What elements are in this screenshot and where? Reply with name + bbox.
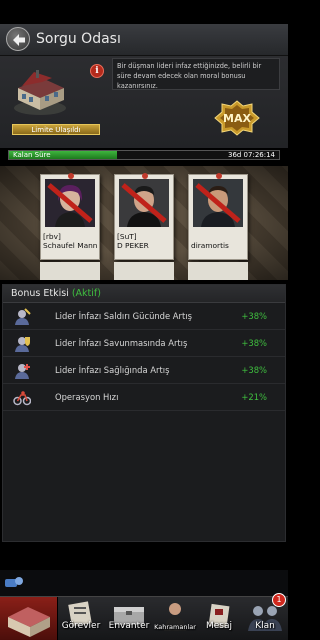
bonus-effect-header: Bonus Etkisi (Aktif) (3, 285, 285, 303)
operation-speed-icon (13, 391, 31, 406)
remaining-time-label: Kalan Süre (13, 151, 51, 159)
nav-inventory-label: Envanter (108, 621, 150, 631)
status-bar (0, 0, 288, 24)
nav-heroes-label: Kahramanlar (154, 623, 196, 631)
nav-clan-label: Klan (255, 621, 275, 631)
bonus-row: Operasyon Hızı +21% (3, 384, 285, 411)
captive-name: diramortis (191, 241, 229, 250)
nav-messages-label: Mesaj (205, 621, 232, 631)
max-level-badge: MAX (214, 100, 260, 136)
captive-card-empty[interactable] (188, 262, 248, 280)
back-button[interactable] (6, 27, 30, 51)
bonus-effect-title: Bonus Etkisi (11, 288, 69, 299)
nav-home-base[interactable] (0, 597, 58, 640)
captive-name: D PEKER (117, 241, 149, 250)
bonus-row: Lider İnfazı Savunmasında Artış +38% (3, 330, 285, 357)
captive-portrait (119, 179, 169, 227)
bonus-row: Lider İnfazı Sağlığında Artış +38% (3, 357, 285, 384)
nav-inventory[interactable]: Envanter (104, 597, 154, 640)
nav-missions[interactable]: Görevler (58, 597, 104, 640)
bonus-value: +21% (241, 392, 267, 402)
bonus-row: Lider İnfazı Saldırı Gücünde Artış +38% (3, 303, 285, 330)
leader-health-icon (15, 364, 30, 379)
captive-board: [rbv] Schaufel Mann [SuT] D PEKER diramo… (0, 166, 288, 280)
bonus-effect-status: (Aktif) (71, 288, 101, 299)
description-text: Bir düşman lideri infaz ettiğinizde, bel… (112, 58, 280, 90)
limit-reached-badge: Limite Ulaşıldı (12, 124, 100, 135)
chat-icon[interactable] (4, 576, 24, 590)
bonus-label: Lider İnfazı Saldırı Gücünde Artış (55, 311, 192, 321)
bonus-value: +38% (241, 365, 267, 375)
captive-card-empty[interactable] (40, 262, 100, 280)
clan-notification-badge: 1 (272, 593, 286, 607)
bonus-effect-panel: Bonus Etkisi (Aktif) Lider İnfazı Saldır… (2, 284, 286, 542)
captive-card-empty[interactable] (114, 262, 174, 280)
captive-card[interactable]: [rbv] Schaufel Mann (40, 173, 100, 260)
top-bar: Sorgu Odası (0, 24, 288, 56)
bonus-value: +38% (241, 311, 267, 321)
nav-messages[interactable]: Mesaj (196, 597, 242, 640)
captive-clan-tag: [rbv] (43, 232, 61, 241)
base-icon (8, 607, 50, 637)
max-label: MAX (223, 112, 251, 125)
page-title: Sorgu Odası (36, 31, 121, 47)
captive-portrait (193, 179, 243, 227)
captive-name: Schaufel Mann (43, 241, 98, 250)
nav-missions-label: Görevler (61, 621, 101, 631)
captive-card[interactable]: diramortis (188, 173, 248, 260)
remaining-time-bar: Kalan Süre 36d 07:26:14 (8, 150, 280, 160)
captive-card[interactable]: [SuT] D PEKER (114, 173, 174, 260)
remaining-time-value: 36d 07:26:14 (227, 151, 275, 159)
captive-portrait (45, 179, 95, 227)
chat-bar[interactable] (0, 570, 288, 596)
interrogation-building-icon[interactable] (12, 64, 68, 116)
nav-clan[interactable]: 1 Klan (242, 593, 288, 640)
back-arrow-icon (13, 34, 25, 46)
bonus-label: Lider İnfazı Savunmasında Artış (55, 338, 188, 348)
bonus-value: +38% (241, 338, 267, 348)
info-icon[interactable]: i (90, 64, 104, 78)
leader-defense-icon (15, 337, 30, 352)
captive-clan-tag: [SuT] (117, 232, 137, 241)
bottom-navigation: Görevler Envanter Kahramanlar Mesaj 1 Kl… (0, 593, 288, 640)
leader-attack-icon (15, 308, 31, 325)
interrogation-info-panel: Limite Ulaşıldı i Bir düşman lideri infa… (0, 56, 288, 148)
bonus-label: Lider İnfazı Sağlığında Artış (55, 365, 170, 375)
nav-heroes[interactable]: Kahramanlar (154, 597, 196, 640)
bonus-label: Operasyon Hızı (55, 392, 119, 402)
